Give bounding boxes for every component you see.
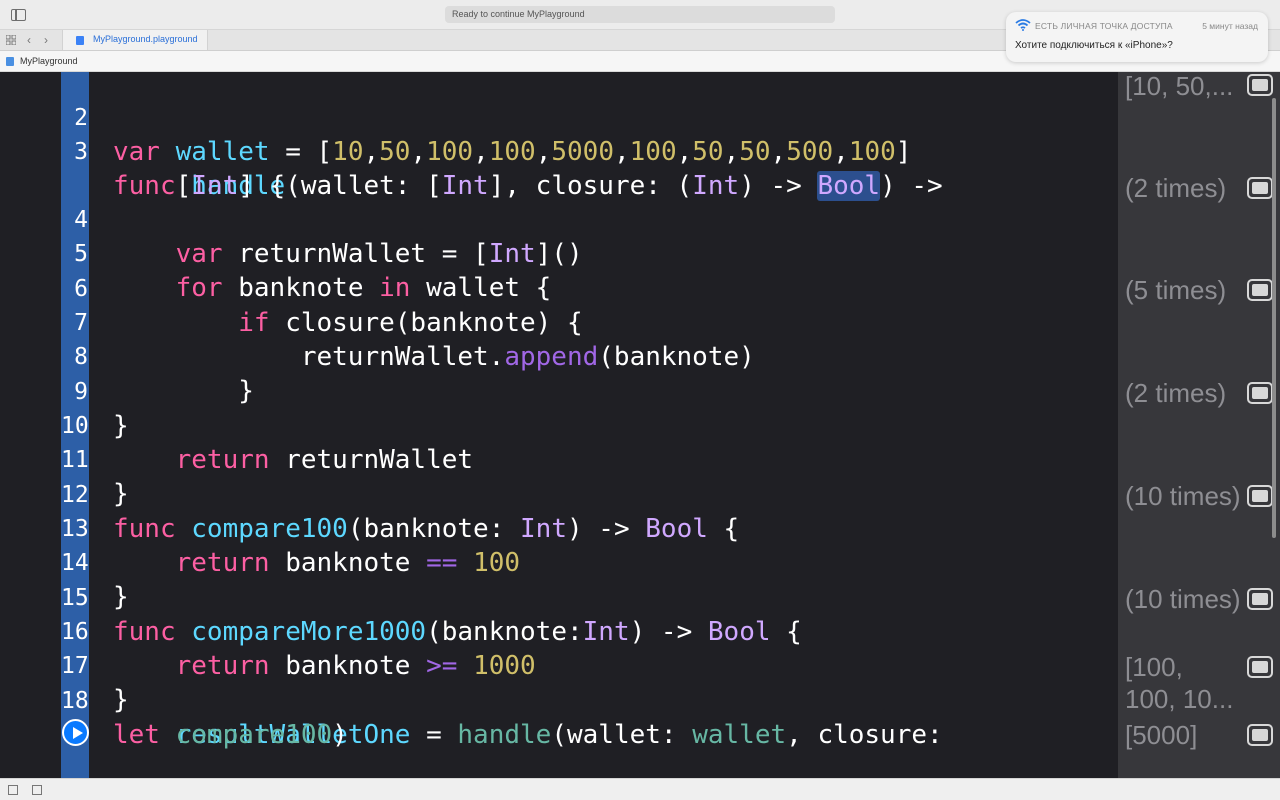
notification-body: Хотите подключиться к «iPhone»? xyxy=(1015,40,1173,51)
result-value: [100, xyxy=(1125,652,1183,682)
forward-arrow-icon[interactable]: › xyxy=(44,33,48,47)
hide-debug-area-icon[interactable] xyxy=(8,785,18,795)
debug-bar xyxy=(0,778,1280,800)
code-line: 8 } xyxy=(0,306,1118,406)
back-arrow-icon[interactable]: ‹ xyxy=(27,33,31,47)
playground-file-icon xyxy=(76,36,84,45)
code-line: 10 return returnWallet xyxy=(0,375,1118,475)
breadcrumb[interactable]: MyPlayground xyxy=(20,56,78,66)
tab-myplayground[interactable]: MyPlayground.playground xyxy=(62,30,208,50)
result-value: [5000] xyxy=(1125,720,1198,750)
notification-title: ЕСТЬ ЛИЧНАЯ ТОЧКА ДОСТУПА xyxy=(1035,21,1173,31)
hotspot-notification[interactable]: ЕСТЬ ЛИЧНАЯ ТОЧКА ДОСТУПА 5 минут назад … xyxy=(1006,12,1268,62)
results-sidebar: [10, 50,... (2 times) (5 times) (2 times… xyxy=(1118,71,1280,778)
quick-look-icon[interactable] xyxy=(1247,485,1273,507)
quick-look-icon[interactable] xyxy=(1247,382,1273,404)
wifi-icon xyxy=(1015,19,1031,31)
result-value: (2 times) xyxy=(1125,378,1227,408)
results-scrollbar[interactable] xyxy=(1272,98,1276,538)
result-value: [10, 50,... xyxy=(1125,71,1234,101)
quick-look-icon[interactable] xyxy=(1247,656,1273,678)
result-value: (5 times) xyxy=(1125,275,1227,305)
code-line: 14 } xyxy=(0,512,1118,612)
tab-label: MyPlayground.playground xyxy=(93,34,198,44)
code-line: 11 } xyxy=(0,409,1118,509)
grid-icon[interactable] xyxy=(6,35,16,45)
run-line-button[interactable] xyxy=(62,719,89,746)
code-line: 13 return banknote == 100 xyxy=(0,478,1118,578)
code-line: 12 func compare100(banknote: Int) -> Boo… xyxy=(0,444,1118,544)
code-line: 18 let resultWalletOne = handle(wallet: … xyxy=(0,650,1118,750)
code-line: compareMore1000) xyxy=(0,753,1118,778)
code-line: 3 func handle(wallet: [Int], closure: (I… xyxy=(0,101,1118,201)
code-line: compare100) xyxy=(175,720,348,750)
quick-look-icon[interactable] xyxy=(1247,588,1273,610)
code-line: 2 var wallet = [10,50,100,100,5000,100,5… xyxy=(0,72,1118,167)
code-line: 9 } xyxy=(0,341,1118,441)
result-value: (2 times) xyxy=(1125,173,1227,203)
run-playground-icon[interactable] xyxy=(32,785,42,795)
quick-look-icon[interactable] xyxy=(1247,724,1273,746)
result-value: 100, 10... xyxy=(1125,684,1234,714)
result-value: (10 times) xyxy=(1125,584,1241,614)
result-value: (10 times) xyxy=(1125,481,1241,511)
quick-look-icon[interactable] xyxy=(1247,74,1273,96)
quick-look-icon[interactable] xyxy=(1247,279,1273,301)
notification-time: 5 минут назад xyxy=(1202,21,1258,31)
activity-status: Ready to continue MyPlayground xyxy=(445,6,835,23)
code-line: 4 var returnWallet = [Int]() xyxy=(0,169,1118,269)
code-line: 17 } xyxy=(0,615,1118,715)
code-line: 5 for banknote in wallet { xyxy=(0,203,1118,303)
code-line: 16 return banknote >= 1000 xyxy=(0,581,1118,681)
code-line: let resultWalletTwo = handle(wallet: wal… xyxy=(0,718,1118,752)
code-line: 15 func compareMore1000(banknote:Int) ->… xyxy=(0,547,1118,647)
code-editor[interactable]: 2 var wallet = [10,50,100,100,5000,100,5… xyxy=(0,72,1118,778)
sidebar-toggle-icon[interactable] xyxy=(11,9,26,21)
code-line: 7 returnWallet.append(banknote) xyxy=(0,272,1118,372)
code-line: [Int] { xyxy=(113,171,286,201)
quick-look-icon[interactable] xyxy=(1247,177,1273,199)
playground-file-icon xyxy=(6,57,14,66)
code-line: 6 if closure(banknote) { xyxy=(0,238,1118,338)
